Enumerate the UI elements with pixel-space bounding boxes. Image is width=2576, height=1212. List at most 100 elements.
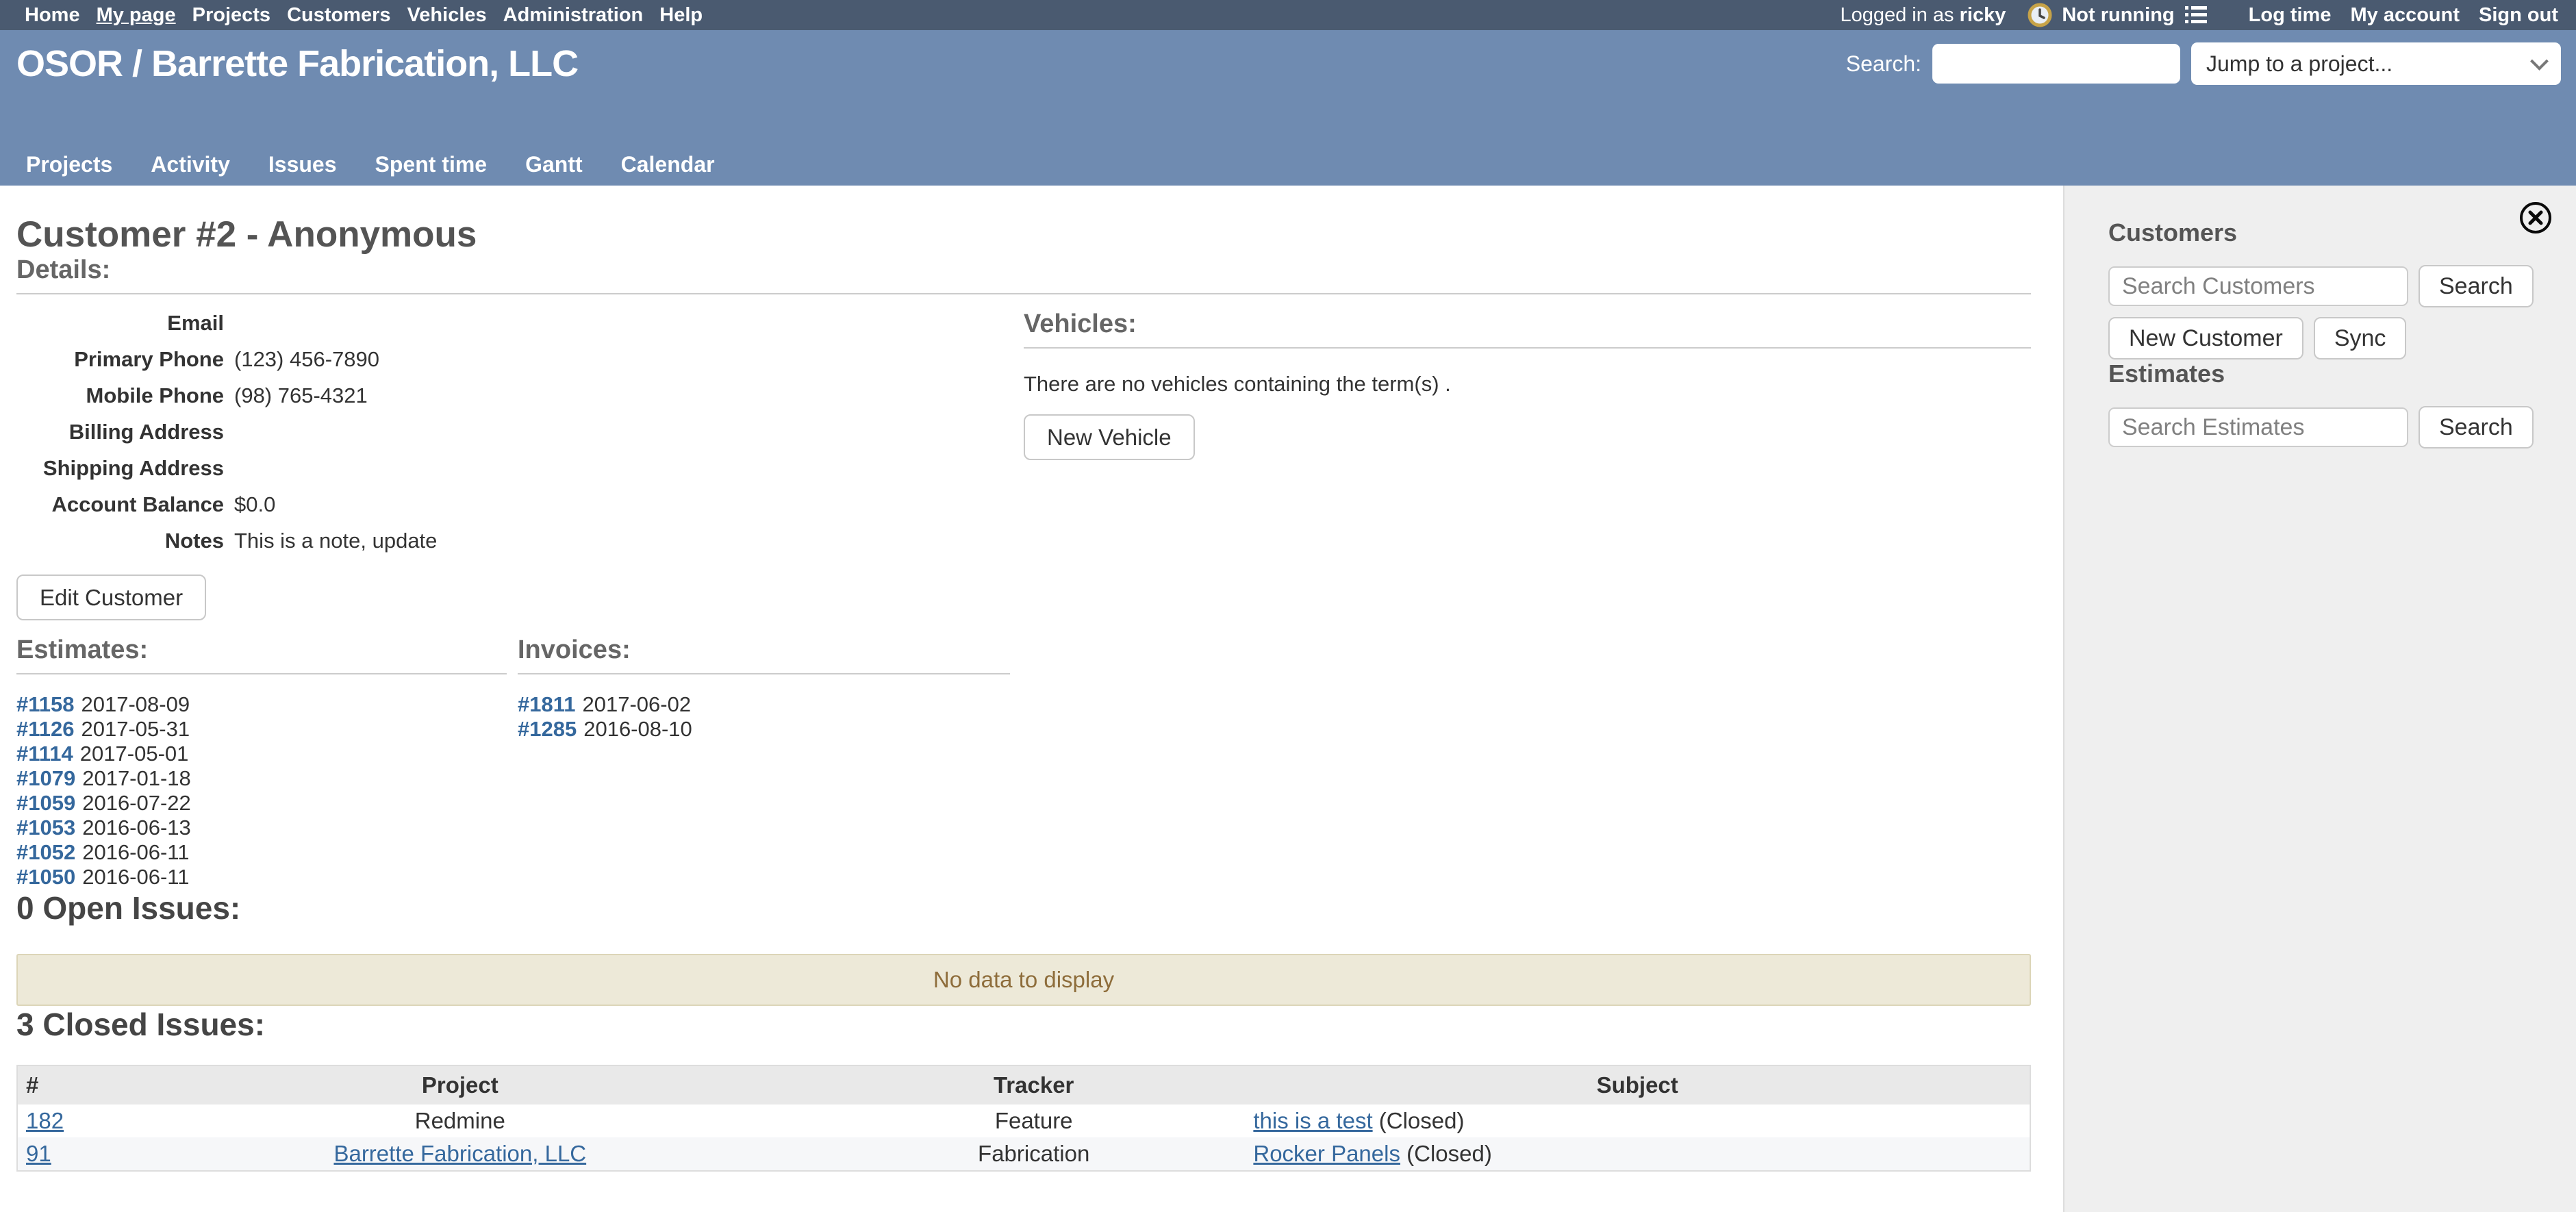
issue-project[interactable]: Barrette Fabrication, LLC <box>333 1141 586 1166</box>
no-data-text: No data to display <box>933 967 1114 993</box>
top-menu-right: Logged in as ricky Not running <box>1840 3 2558 27</box>
detail-label: Email <box>16 311 224 336</box>
new-vehicle-button[interactable]: New Vehicle <box>1024 414 1195 460</box>
detail-row: Billing Address <box>16 418 996 455</box>
top-menu-bar: Home My page Projects Customers Vehicles… <box>0 0 2576 30</box>
detail-row: Mobile Phone (98) 765-4321 <box>16 382 996 418</box>
column-header-subject: Subject <box>1245 1065 2030 1104</box>
sync-button[interactable]: Sync <box>2314 317 2407 359</box>
detail-value: (123) 456-7890 <box>234 347 379 372</box>
issue-row: 182 Redmine Feature this is a test (Clos… <box>17 1104 2030 1137</box>
vehicles-empty-text: There are no vehicles containing the ter… <box>1024 372 2031 396</box>
logged-in-prefix: Logged in as <box>1840 4 1954 26</box>
top-menu-item[interactable]: Help <box>659 4 703 27</box>
top-menu-item[interactable]: My page <box>97 4 176 27</box>
top-menu-item[interactable]: Home <box>25 4 80 27</box>
main-tab[interactable]: Calendar <box>621 152 715 177</box>
main-content: Customer #2 - Anonymous Details: Email P… <box>0 186 2063 1212</box>
vehicles-section: Vehicles: There are no vehicles containi… <box>1024 310 2031 564</box>
logged-in-as: Logged in as ricky <box>1840 4 2006 27</box>
page-title: Customer #2 - Anonymous <box>16 214 2031 255</box>
issues-header-row: # Project Tracker Subject <box>17 1065 2030 1104</box>
invoice-link[interactable]: #1811 <box>518 692 576 716</box>
search-label: Search: <box>1846 51 1921 77</box>
open-issues-heading: 0 Open Issues: <box>16 889 2031 926</box>
estimate-link[interactable]: #1053 <box>16 816 75 839</box>
estimate-date: 2017-01-18 <box>82 766 191 790</box>
detail-row: Notes This is a note, update <box>16 527 996 564</box>
username: ricky <box>1960 4 2006 26</box>
detail-value: $0.0 <box>234 492 275 517</box>
issue-row: 91 Barrette Fabrication, LLC Fabrication… <box>17 1137 2030 1171</box>
issue-id-link[interactable]: 91 <box>26 1141 51 1166</box>
detail-label: Shipping Address <box>16 456 224 481</box>
invoice-date: 2016-08-10 <box>583 717 692 741</box>
details-heading: Details: <box>16 255 2031 294</box>
estimate-link[interactable]: #1158 <box>16 692 75 716</box>
detail-row: Account Balance $0.0 <box>16 491 996 527</box>
search-estimates-button[interactable]: Search <box>2419 406 2534 449</box>
estimate-link[interactable]: #1059 <box>16 791 75 815</box>
main-tab[interactable]: Issues <box>268 152 337 177</box>
issue-id-link[interactable]: 182 <box>26 1108 64 1133</box>
column-header-tracker: Tracker <box>822 1065 1245 1104</box>
estimate-row: #10502016-06-11 <box>16 865 507 889</box>
column-header-id: # <box>17 1065 98 1104</box>
search-input[interactable] <box>1932 44 2180 84</box>
account-link[interactable]: Sign out <box>2479 4 2558 27</box>
timer-list-icon[interactable] <box>2184 5 2208 25</box>
estimate-link[interactable]: #1079 <box>16 766 75 790</box>
search-estimates-input[interactable] <box>2108 407 2408 447</box>
timer-group: Not running <box>2028 3 2207 27</box>
search-customers-input[interactable] <box>2108 266 2408 306</box>
close-icon <box>2527 210 2544 226</box>
edit-customer-button[interactable]: Edit Customer <box>16 575 206 620</box>
closed-issues-heading: 3 Closed Issues: <box>16 1006 2031 1043</box>
top-menu-item[interactable]: Projects <box>192 4 270 27</box>
invoices-section: Invoices: #18112017-06-02 #12852016-08-1… <box>518 635 1010 889</box>
sidebar-estimates-heading: Estimates <box>2108 359 2576 388</box>
top-menu-item[interactable]: Vehicles <box>407 4 487 27</box>
issue-subject-link[interactable]: this is a test <box>1253 1108 1372 1133</box>
detail-label: Notes <box>16 529 224 553</box>
vehicles-heading: Vehicles: <box>1024 310 2031 349</box>
top-menu-item[interactable]: Administration <box>503 4 644 27</box>
closed-issues-table: # Project Tracker Subject 182 Redmine Fe… <box>16 1065 2031 1172</box>
invoices-list: #1811 2017-06-02 #12852016-08-10 <box>518 692 1010 742</box>
new-customer-button[interactable]: New Customer <box>2108 317 2303 359</box>
account-link[interactable]: Log time <box>2249 4 2332 27</box>
search-customers-button[interactable]: Search <box>2419 265 2534 307</box>
estimate-link[interactable]: #1052 <box>16 840 75 864</box>
estimate-date: 2017-05-31 <box>81 717 190 741</box>
invoice-link[interactable]: #1285 <box>518 717 577 741</box>
estimate-date: 2017-05-01 <box>80 742 189 766</box>
detail-row: Primary Phone (123) 456-7890 <box>16 346 996 382</box>
estimate-link[interactable]: #1050 <box>16 865 75 889</box>
main-tab[interactable]: Activity <box>151 152 230 177</box>
invoice-row: #1811 2017-06-02 <box>518 692 1010 717</box>
main-tab[interactable]: Gantt <box>525 152 583 177</box>
estimate-row: #11582017-08-09 <box>16 692 507 717</box>
detail-value: (98) 765-4321 <box>234 383 368 408</box>
top-menu-item[interactable]: Customers <box>287 4 391 27</box>
estimate-link[interactable]: #1114 <box>16 742 73 766</box>
estimate-date: 2016-06-11 <box>82 840 189 864</box>
issue-status-suffix: (Closed) <box>1400 1141 1492 1166</box>
timer-status: Not running <box>2062 4 2174 27</box>
site-title[interactable]: OSOR / Barrette Fabrication, LLC <box>16 42 578 85</box>
account-link[interactable]: My account <box>2350 4 2460 27</box>
detail-label: Mobile Phone <box>16 383 224 408</box>
right-sidebar: Customers Search New Customer Sync Estim… <box>2063 186 2576 1212</box>
estimate-row: #1052 2016-06-11 <box>16 840 507 865</box>
close-sidebar-button[interactable] <box>2520 202 2551 233</box>
issue-subject-link[interactable]: Rocker Panels <box>1253 1141 1400 1166</box>
main-tab[interactable]: Spent time <box>375 152 488 177</box>
estimate-row: #11262017-05-31 <box>16 717 507 742</box>
chevron-down-icon <box>2530 52 2549 71</box>
invoice-date: 2017-06-02 <box>583 692 692 716</box>
jump-to-project-select[interactable]: Jump to a project... <box>2191 42 2561 85</box>
detail-label: Primary Phone <box>16 347 224 372</box>
estimate-link[interactable]: #1126 <box>16 717 75 741</box>
main-tab[interactable]: Projects <box>26 152 112 177</box>
account-links: Log time My account Sign out <box>2249 4 2558 27</box>
